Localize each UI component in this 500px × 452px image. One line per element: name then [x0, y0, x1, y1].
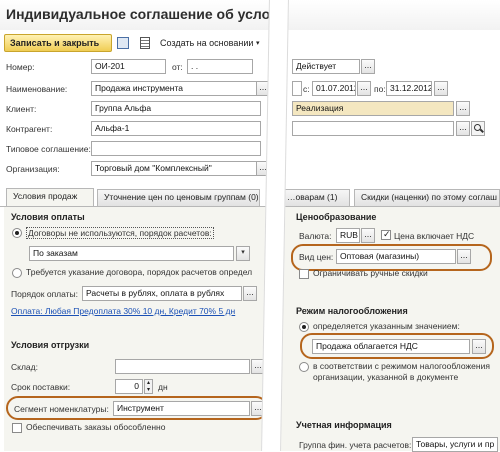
counterparty-extra-dots[interactable]: ... — [456, 121, 470, 136]
radio-contract-required-label: Требуется указание договора, порядок рас… — [26, 267, 253, 277]
accounting-field[interactable]: Товары, услуги и пр — [412, 437, 498, 452]
accounting-label: Группа фин. учета расчетов: — [299, 440, 412, 450]
organization-field[interactable]: Торговый дом "Комплексный" — [91, 161, 261, 176]
tax-radio-specified[interactable] — [299, 322, 309, 332]
date-field[interactable]: . . — [187, 59, 253, 74]
period-to-field[interactable]: 31.12.2012 — [386, 81, 432, 96]
price-type-label: Вид цен: — [299, 252, 334, 262]
currency-field[interactable]: RUB — [336, 228, 360, 243]
counterparty-label: Контрагент: — [6, 124, 53, 134]
delivery-stepper[interactable]: ▴ ▾ — [144, 379, 153, 394]
radio-contract-required[interactable] — [12, 268, 22, 278]
tax-title: Режим налогообложения — [296, 306, 408, 316]
accounting-title: Учетная информация — [296, 420, 392, 430]
template-field[interactable] — [91, 141, 261, 156]
vat-included-label: Цена включает НДС — [394, 231, 475, 241]
operation-select-button[interactable]: ... — [456, 101, 470, 116]
status-field[interactable]: Действует — [292, 59, 360, 74]
tax-radio-org-line2: организации, указанной в документе — [313, 372, 459, 382]
search-icon[interactable] — [471, 121, 485, 136]
segment-field[interactable]: Инструмент — [113, 401, 250, 416]
vat-included-checkbox[interactable]: ✓ — [381, 229, 391, 240]
window-title-bar: Индивидуальное соглашение об услов — [0, 0, 500, 30]
number-label: Номер: — [6, 62, 35, 72]
name-label: Наименование: — [6, 84, 68, 94]
operation-field[interactable]: Реализация — [292, 101, 454, 116]
delivery-label: Срок поставки: — [11, 382, 71, 392]
period-to-label: по: — [374, 84, 386, 94]
tax-radio-org[interactable] — [299, 362, 309, 372]
price-type-field[interactable]: Оптовая (магазины) — [336, 249, 456, 264]
orders-field[interactable]: По заказам — [29, 246, 234, 261]
price-type-button[interactable]: ... — [457, 249, 471, 264]
tax-button[interactable]: ... — [472, 339, 486, 354]
period-from-label: с: — [303, 84, 310, 94]
create-based-menu[interactable]: Создать на основании — [160, 38, 253, 48]
tax-radio-specified-label: определяется указанным значением: — [313, 321, 460, 331]
delivery-field[interactable]: 0 — [115, 379, 143, 394]
separate-orders-checkbox[interactable] — [12, 423, 22, 433]
tab-discounts[interactable]: Скидки (наценки) по этому соглаш — [354, 189, 500, 206]
radio-no-contracts[interactable] — [12, 228, 22, 238]
warehouse-field[interactable] — [115, 359, 250, 374]
tab-sales-terms[interactable]: Условия продаж — [6, 188, 94, 206]
template-label: Типовое соглашение: — [6, 144, 91, 154]
limit-discounts-checkbox[interactable] — [299, 269, 309, 279]
currency-label: Валюта: — [299, 231, 332, 241]
segment-label: Сегмент номенклатуры: — [14, 404, 109, 414]
counterparty-field[interactable]: Альфа-1 — [91, 121, 261, 136]
limit-discounts-label: Ограничивать ручные скидки — [313, 268, 428, 278]
currency-button[interactable]: ... — [361, 228, 375, 243]
counterparty-extra-field[interactable] — [292, 121, 454, 136]
tab-price-groups[interactable]: Уточнение цен по ценовым группам (0) — [97, 189, 260, 206]
chevron-down-icon[interactable]: ▾ — [236, 246, 250, 261]
warehouse-label: Склад: — [11, 362, 38, 372]
radio-no-contracts-label: Договоры не используются, порядок расчет… — [26, 227, 214, 239]
organization-label: Организация: — [6, 164, 60, 174]
list-icon[interactable] — [140, 37, 150, 49]
tax-radio-org-line1: в соответствии с режимом налогообложения — [313, 361, 490, 371]
number-field[interactable]: ОИ-201 — [91, 59, 166, 74]
payment-link[interactable]: Оплата: Любая Предоплата 30% 10 дн, Кред… — [11, 306, 235, 316]
chevron-down-icon: ▾ — [256, 40, 260, 47]
status-select-button[interactable]: ... — [361, 59, 375, 74]
payment-order-button[interactable]: ... — [243, 286, 257, 301]
pricing-title: Ценообразование — [296, 212, 377, 222]
payment-order-label: Порядок оплаты: — [11, 289, 79, 299]
period-to-button[interactable]: ... — [434, 81, 448, 96]
period-field-prefix[interactable] — [292, 81, 302, 96]
payment-title: Условия оплаты — [11, 212, 85, 222]
save-icon[interactable] — [117, 37, 129, 49]
client-label: Клиент: — [6, 104, 37, 114]
window-title: Индивидуальное соглашение об услов — [6, 6, 279, 22]
tab-goods[interactable]: …оварам (1) — [280, 189, 350, 206]
client-field[interactable]: Группа Альфа — [91, 101, 261, 116]
name-field[interactable]: Продажа инструмента — [91, 81, 261, 96]
separate-orders-label: Обеспечивать заказы обособленно — [26, 422, 166, 432]
period-from-button[interactable]: ... — [357, 81, 371, 96]
tax-field[interactable]: Продажа облагается НДС — [312, 339, 470, 354]
payment-order-field[interactable]: Расчеты в рублях, оплата в рублях — [82, 286, 242, 301]
toolbar: Записать и закрыть Создать на основании … — [0, 32, 270, 54]
delivery-unit: дн — [158, 382, 168, 392]
period-from-field[interactable]: 01.07.2012 — [312, 81, 356, 96]
from-label: от: — [172, 62, 183, 72]
shipping-title: Условия отгрузки — [11, 340, 90, 350]
save-close-button[interactable]: Записать и закрыть — [4, 34, 112, 52]
